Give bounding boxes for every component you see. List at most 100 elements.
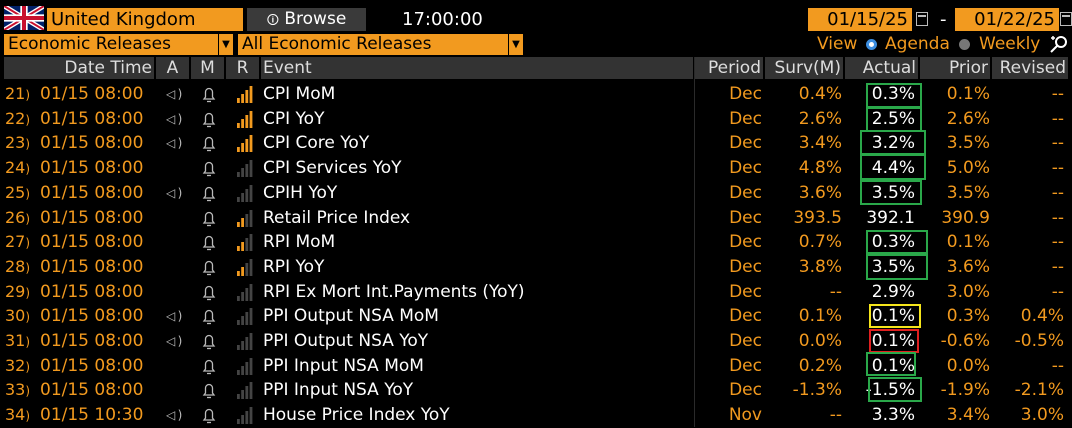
calendar-icon[interactable] [916, 12, 928, 26]
speaker-icon[interactable]: ◁ ) [166, 82, 182, 106]
row-event[interactable]: CPI MoM [263, 82, 335, 106]
col-header-actual[interactable]: Actual [845, 57, 918, 79]
col-header-r[interactable]: R [226, 57, 259, 79]
speaker-icon[interactable]: ◁ ) [166, 329, 182, 353]
row-event[interactable]: PPI Input NSA YoY [263, 378, 413, 402]
bell-icon[interactable] [201, 185, 217, 203]
row-revised: -- [1051, 281, 1064, 302]
relevance-bars-icon [237, 110, 253, 128]
relevance-bars-icon [237, 135, 253, 153]
col-header-event[interactable]: Event [261, 57, 693, 79]
relevance-bars-icon [237, 184, 253, 202]
browse-button[interactable]: 🛈 Browse [247, 8, 366, 31]
agenda-label[interactable]: Agenda [885, 34, 950, 55]
highlight-box [866, 352, 916, 376]
col-header-revised[interactable]: Revised [992, 57, 1068, 79]
weekly-label[interactable]: Weekly [979, 34, 1040, 55]
col-header-prior[interactable]: Prior [920, 57, 990, 79]
bell-icon[interactable] [201, 210, 217, 228]
row-revised: -- [1051, 84, 1064, 104]
row-prior: 3.4% [946, 405, 990, 426]
row-event[interactable]: CPI Core YoY [263, 131, 369, 155]
bell-icon[interactable] [201, 234, 217, 252]
row-survey: 0.1% [798, 306, 842, 327]
bell-icon[interactable] [201, 86, 217, 104]
row-event[interactable]: CPIH YoY [263, 181, 337, 205]
row-event[interactable]: Retail Price Index [263, 206, 410, 230]
subcategory-dropdown[interactable]: All Economic Releases [238, 34, 508, 55]
bell-icon[interactable] [201, 160, 217, 178]
col-header-surv[interactable]: Surv(M) [765, 57, 843, 79]
col-header-a[interactable]: A [156, 57, 189, 79]
table-row[interactable]: 29) 01/15 08:00 RPI Ex Mort Int.Payments (… [0, 280, 1072, 305]
col-header-m[interactable]: M [191, 57, 224, 79]
bell-icon[interactable] [201, 135, 217, 153]
relevance-bars-icon [237, 407, 253, 425]
row-actual: 3.3% [871, 405, 915, 426]
row-number-value: 26 [4, 207, 26, 227]
bell-icon[interactable] [201, 284, 217, 302]
row-period: Dec [729, 133, 762, 154]
calendar-icon[interactable] [1060, 12, 1072, 26]
row-period: Dec [729, 108, 762, 129]
country-field[interactable]: United Kingdom [47, 8, 243, 31]
category-dropdown[interactable]: Economic Releases [4, 34, 218, 55]
row-period: Dec [729, 256, 762, 277]
row-number: 26) [4, 207, 30, 227]
bell-icon[interactable] [201, 111, 217, 129]
row-prior: 5.0% [946, 158, 990, 179]
search-icon[interactable] [1048, 35, 1070, 55]
row-number: 32) [4, 355, 30, 375]
bell-icon[interactable] [201, 333, 217, 351]
row-number-value: 24 [4, 158, 26, 178]
row-event[interactable]: RPI YoY [263, 255, 324, 279]
row-revised: -- [1051, 133, 1064, 154]
row-survey: -- [829, 405, 842, 426]
row-period: Dec [729, 182, 762, 203]
row-event[interactable]: CPI YoY [263, 107, 324, 131]
agenda-radio[interactable] [866, 39, 877, 50]
row-prior: 3.0% [946, 281, 990, 302]
row-event[interactable]: PPI Output NSA YoY [263, 329, 428, 353]
speaker-icon[interactable]: ◁ ) [166, 304, 182, 328]
row-datetime: 01/15 08:00 [40, 182, 144, 203]
row-event[interactable]: RPI MoM [263, 230, 335, 254]
highlight-box [860, 153, 926, 180]
speaker-icon[interactable]: ◁ ) [166, 107, 182, 131]
row-revised: -- [1051, 182, 1064, 203]
row-event[interactable]: CPI Services YoY [263, 156, 402, 180]
row-number-value: 28 [4, 256, 26, 276]
row-period: Dec [729, 380, 762, 401]
col-header-period[interactable]: Period [695, 57, 763, 79]
date-from-field[interactable]: 01/15/25 [808, 8, 912, 31]
table-row[interactable]: 34) 01/15 10:30 ◁ ) House Price Index YoY No… [0, 403, 1072, 428]
row-event[interactable]: RPI Ex Mort Int.Payments (YoY) [263, 280, 525, 304]
speaker-icon[interactable]: ◁ ) [166, 131, 182, 155]
weekly-radio[interactable] [959, 39, 970, 50]
bell-icon[interactable] [201, 259, 217, 277]
bell-icon[interactable] [201, 382, 217, 400]
row-survey: -1.3% [792, 380, 842, 401]
row-number: 33) [4, 380, 30, 400]
bell-icon[interactable] [201, 308, 217, 326]
chevron-down-icon[interactable]: ▼ [218, 34, 233, 55]
speaker-icon[interactable]: ◁ ) [166, 403, 182, 427]
row-datetime: 01/15 10:30 [40, 405, 144, 426]
chevron-down-icon[interactable]: ▼ [508, 34, 523, 55]
bell-icon[interactable] [201, 358, 217, 376]
row-survey: 0.0% [798, 331, 842, 351]
row-event[interactable]: PPI Output NSA MoM [263, 304, 439, 328]
speaker-icon[interactable]: ◁ ) [166, 181, 182, 205]
date-to-field[interactable]: 01/22/25 [955, 8, 1059, 31]
relevance-bars-icon [237, 333, 253, 350]
table-row[interactable]: 26) 01/15 08:00 Retail Price Index Dec 393.5… [0, 206, 1072, 231]
row-datetime: 01/15 08:00 [40, 84, 144, 104]
row-number-value: 23 [4, 133, 26, 153]
row-number: 23) [4, 133, 30, 153]
row-event[interactable]: House Price Index YoY [263, 403, 450, 427]
bell-icon[interactable] [201, 407, 217, 425]
col-header-datetime[interactable]: Date Time [4, 57, 154, 79]
row-survey: -- [829, 281, 842, 302]
row-event[interactable]: PPI Input NSA MoM [263, 354, 424, 378]
row-revised: -- [1051, 355, 1064, 376]
